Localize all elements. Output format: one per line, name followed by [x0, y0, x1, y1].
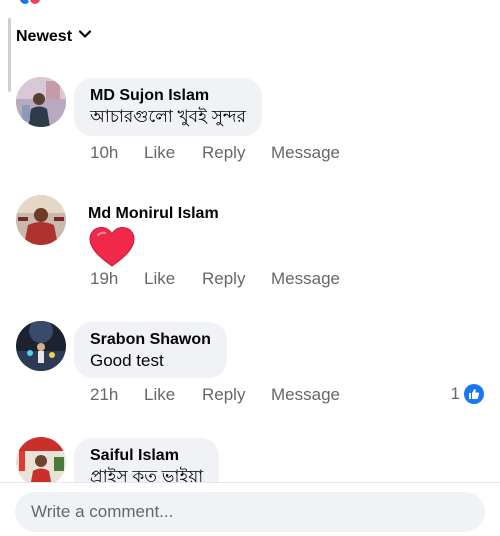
like-button[interactable]: Like: [144, 385, 202, 405]
comment-time[interactable]: 10h: [90, 143, 144, 163]
comment-author[interactable]: Saiful Islam: [90, 446, 203, 466]
comment-author[interactable]: MD Sujon Islam: [90, 86, 246, 106]
comment-actions: 19h Like Reply Message: [90, 269, 340, 289]
like-button[interactable]: Like: [144, 143, 202, 163]
reaction-count[interactable]: 1: [451, 384, 484, 404]
top-reactions: [18, 0, 58, 6]
love-reaction-icon: [28, 0, 42, 6]
comment-composer: [0, 482, 500, 536]
like-button[interactable]: Like: [144, 269, 202, 289]
comment-author[interactable]: Md Monirul Islam: [88, 204, 219, 224]
comment-actions: 21h Like Reply Message: [90, 385, 340, 405]
chevron-down-icon: [78, 27, 92, 46]
comment-author[interactable]: Srabon Shawon: [90, 330, 211, 350]
comment-content[interactable]: Md Monirul Islam ❤️: [88, 204, 219, 273]
comment-bubble[interactable]: MD Sujon Islam আচারগুলো খুবই সুন্দর: [74, 78, 262, 136]
comment-bubble[interactable]: Srabon Shawon Good test: [74, 322, 227, 378]
comment-actions: 10h Like Reply Message: [90, 143, 340, 163]
avatar[interactable]: [16, 77, 66, 127]
reaction-count-value: 1: [450, 384, 460, 403]
sort-label: Newest: [16, 27, 73, 45]
comment-text: Good test: [90, 351, 164, 370]
comment-input[interactable]: [15, 492, 485, 532]
reply-button[interactable]: Reply: [202, 269, 271, 289]
reply-button[interactable]: Reply: [202, 385, 271, 405]
message-button[interactable]: Message: [271, 269, 340, 289]
message-button[interactable]: Message: [271, 143, 340, 163]
comment-time[interactable]: 21h: [90, 385, 144, 405]
reply-button[interactable]: Reply: [202, 143, 271, 163]
avatar[interactable]: [16, 195, 66, 245]
comment-time[interactable]: 19h: [90, 269, 144, 289]
heart-icon: [88, 226, 219, 273]
thread-line: [8, 18, 11, 92]
avatar[interactable]: [16, 321, 66, 371]
sort-dropdown[interactable]: Newest: [16, 27, 92, 46]
comment-text: আচারগুলো খুবই সুন্দর: [90, 107, 246, 126]
avatar[interactable]: [16, 437, 66, 487]
thumbs-up-icon: [464, 384, 484, 404]
message-button[interactable]: Message: [271, 385, 340, 405]
